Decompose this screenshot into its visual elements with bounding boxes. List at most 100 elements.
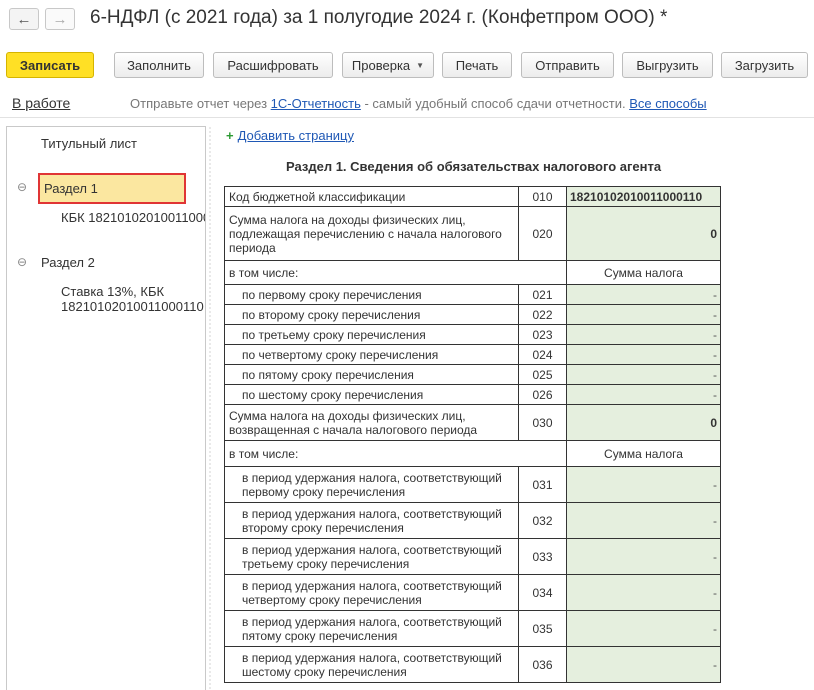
table-row: в период удержания налога, соответствующ… [224, 466, 721, 503]
line-label: в период удержания налога, соответствующ… [224, 538, 519, 575]
tax-sum-field[interactable]: - [566, 502, 721, 539]
sections-tree: Титульный лист ⊖ Раздел 1 КБК 1821010201… [6, 126, 206, 690]
sum030-field[interactable]: 0 [566, 404, 721, 441]
window-titlebar: ← → 6-НДФЛ (с 2021 года) за 1 полугодие … [0, 0, 814, 38]
table-row: в период удержания налога, соответствующ… [224, 646, 721, 683]
tax-sum-field[interactable]: - [566, 324, 721, 345]
line-code: 035 [518, 610, 567, 647]
line-code: 025 [518, 364, 567, 385]
tree-item-section2[interactable]: Раздел 2 [41, 255, 95, 270]
send-button[interactable]: Отправить [521, 52, 614, 78]
line-code: 023 [518, 324, 567, 345]
tax-sum-field[interactable]: - [566, 284, 721, 305]
divider [0, 117, 814, 118]
line-code: 032 [518, 502, 567, 539]
1c-reporting-link[interactable]: 1С-Отчетность [271, 96, 361, 111]
tax-sum-field[interactable]: - [566, 538, 721, 575]
line-code: 031 [518, 466, 567, 503]
table-row: по второму сроку перечисления 022- [224, 304, 721, 325]
table-row: по первому сроку перечисления 021- [224, 284, 721, 305]
collapse-icon[interactable]: ⊖ [17, 255, 27, 269]
table-row: по пятому сроку перечисления 025- [224, 364, 721, 385]
section-title: Раздел 1. Сведения об обязательствах нал… [286, 159, 662, 174]
export-button[interactable]: Выгрузить [622, 52, 713, 78]
check-button-label: Проверка [351, 57, 411, 73]
line-label: в период удержания налога, соответствующ… [224, 502, 519, 539]
collapse-icon[interactable]: ⊖ [17, 180, 27, 194]
forward-button[interactable]: → [45, 8, 75, 30]
tree-item-section2-line2: 18210102010011000110 [61, 299, 204, 314]
add-page-label: Добавить страницу [237, 128, 354, 143]
import-button[interactable]: Загрузить [721, 52, 808, 78]
fill-button[interactable]: Заполнить [114, 52, 204, 78]
save-button[interactable]: Записать [6, 52, 94, 78]
kbk-field[interactable]: 18210102010011000110 [566, 186, 721, 207]
section1-table: Код бюджетной классификации 010 18210102… [224, 186, 721, 683]
sum020-field[interactable]: 0 [566, 206, 721, 261]
tree-item-section1[interactable]: Раздел 1 [38, 173, 186, 204]
including-label: в том числе: [224, 260, 567, 285]
line-code: 036 [518, 646, 567, 683]
sum030-label: Сумма налога на доходы физических лиц, в… [224, 404, 519, 441]
all-methods-link[interactable]: Все способы [629, 96, 706, 111]
table-row: в период удержания налога, соответствующ… [224, 574, 721, 611]
status-line: В работе Отправьте отчет через 1С-Отчетн… [0, 92, 814, 114]
line-code: 033 [518, 538, 567, 575]
table-row: в период удержания налога, соответствующ… [224, 538, 721, 575]
chevron-down-icon: ▼ [416, 60, 425, 70]
line-code: 022 [518, 304, 567, 325]
line-label: в период удержания налога, соответствующ… [224, 610, 519, 647]
tax-sum-field[interactable]: - [566, 384, 721, 405]
table-row: по четвертому сроку перечисления 024- [224, 344, 721, 365]
tax-sum-header: Сумма налога [566, 260, 721, 285]
table-row: Код бюджетной классификации 010 18210102… [224, 186, 721, 207]
tax-sum-field[interactable]: - [566, 646, 721, 683]
print-button[interactable]: Печать [442, 52, 512, 78]
table-row: в период удержания налога, соответствующ… [224, 610, 721, 647]
table-row: по шестому сроку перечисления 026- [224, 384, 721, 405]
plus-icon: + [226, 128, 234, 143]
table-row: в период удержания налога, соответствующ… [224, 502, 721, 539]
tree-item-title-sheet[interactable]: Титульный лист [41, 136, 137, 151]
kbk-label: Код бюджетной классификации [224, 186, 519, 207]
decode-button[interactable]: Расшифровать [213, 52, 333, 78]
sum020-label: Сумма налога на доходы физических лиц, п… [224, 206, 519, 261]
tree-item-section2-rate[interactable]: Ставка 13%, КБК 18210102010011000110 [61, 284, 204, 314]
tax-sum-field[interactable]: - [566, 364, 721, 385]
table-row: в том числе: Сумма налога [224, 440, 721, 467]
back-button[interactable]: ← [9, 8, 39, 30]
table-row: по третьему сроку перечисления 023- [224, 324, 721, 345]
pane-splitter[interactable] [208, 126, 212, 690]
line-label: по пятому сроку перечисления [224, 364, 519, 385]
line-label: по первому сроку перечисления [224, 284, 519, 305]
line-label: в период удержания налога, соответствующ… [224, 466, 519, 503]
send-hint-middle: - самый удобный способ сдачи отчетности. [360, 96, 630, 111]
toolbar: Записать Заполнить Расшифровать Проверка… [0, 52, 814, 80]
line-label: в период удержания налога, соответствующ… [224, 646, 519, 683]
arrow-right-icon: → [52, 10, 68, 28]
line-code: 020 [518, 206, 567, 261]
table-row: в том числе: Сумма налога [224, 260, 721, 285]
tax-sum-field[interactable]: - [566, 344, 721, 365]
tax-sum-field[interactable]: - [566, 466, 721, 503]
line-code: 034 [518, 574, 567, 611]
line-label: по шестому сроку перечисления [224, 384, 519, 405]
line-label: в период удержания налога, соответствующ… [224, 574, 519, 611]
tree-item-section2-line1: Ставка 13%, КБК [61, 284, 165, 299]
line-code: 010 [518, 186, 567, 207]
line-code: 024 [518, 344, 567, 365]
tax-sum-field[interactable]: - [566, 304, 721, 325]
line-label: по четвертому сроку перечисления [224, 344, 519, 365]
tree-item-section1-kbk[interactable]: КБК 18210102010011000110 [61, 210, 205, 225]
table-row: Сумма налога на доходы физических лиц, в… [224, 404, 721, 441]
line-label: по второму сроку перечисления [224, 304, 519, 325]
tax-sum-field[interactable]: - [566, 610, 721, 647]
line-code: 021 [518, 284, 567, 305]
tax-sum-field[interactable]: - [566, 574, 721, 611]
check-dropdown-button[interactable]: Проверка ▼ [342, 52, 434, 78]
add-page-link[interactable]: + Добавить страницу [226, 128, 354, 143]
send-hint-prefix: Отправьте отчет через [130, 96, 271, 111]
report-state-link[interactable]: В работе [12, 95, 70, 111]
window-title: 6-НДФЛ (с 2021 года) за 1 полугодие 2024… [90, 7, 668, 28]
send-hint: Отправьте отчет через 1С-Отчетность - са… [130, 96, 707, 111]
